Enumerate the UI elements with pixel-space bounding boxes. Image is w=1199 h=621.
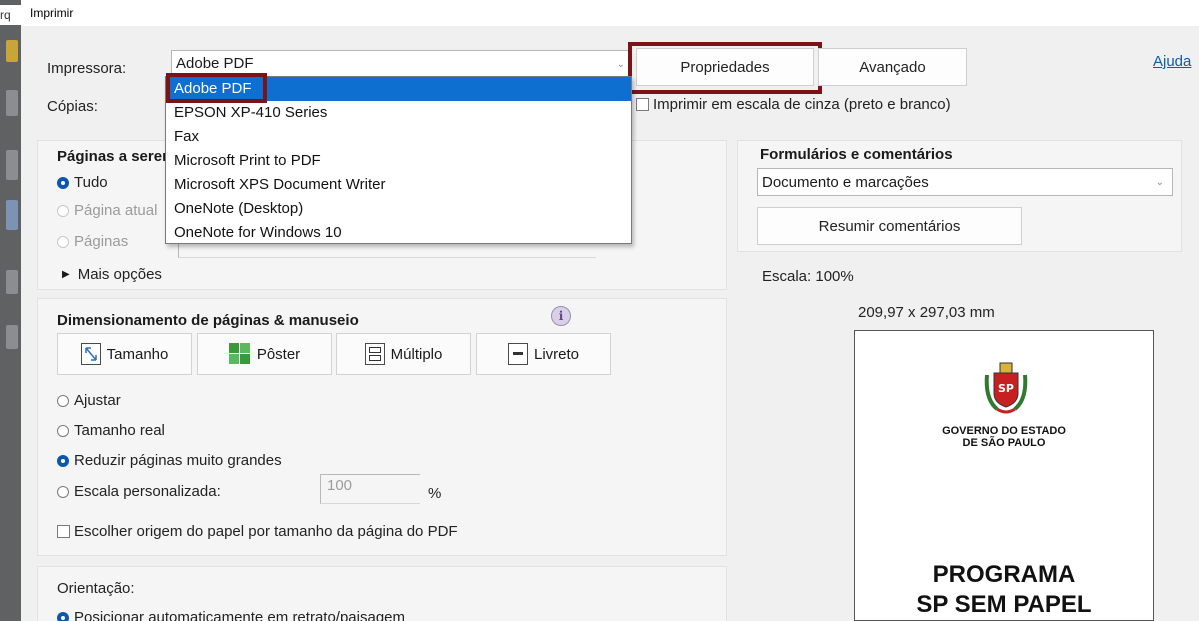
scale-label: Escala: 100% xyxy=(762,268,854,285)
more-options-label: Mais opções xyxy=(77,266,162,283)
printer-option-onenote-win10[interactable]: OneNote for Windows 10 xyxy=(166,221,631,245)
custom-scale-label: Escala personalizada: xyxy=(74,483,221,500)
printer-option-ms-print-to-pdf[interactable]: Microsoft Print to PDF xyxy=(166,149,631,173)
paper-source-option[interactable]: Escolher origem do papel por tamanho da … xyxy=(57,523,458,540)
mode-size-button[interactable]: Tamanho xyxy=(57,333,192,375)
preview-page: SP GOVERNO DO ESTADO DE SÃO PAULO PROGRA… xyxy=(854,330,1154,621)
paper-source-label: Escolher origem do papel por tamanho da … xyxy=(74,523,458,540)
booklet-icon xyxy=(507,343,528,365)
pages-all-radio[interactable] xyxy=(57,176,69,189)
gov-line-1: GOVERNO DO ESTADO xyxy=(942,425,1066,437)
poster-icon xyxy=(228,343,251,365)
pages-all-option[interactable]: Tudo xyxy=(57,174,108,191)
actual-size-radio[interactable] xyxy=(57,424,69,437)
program-line-1: PROGRAMA xyxy=(932,561,1076,588)
printer-option-ms-xps[interactable]: Microsoft XPS Document Writer xyxy=(166,173,631,197)
pages-range-radio xyxy=(57,235,69,248)
more-options-toggle[interactable]: ▶ Mais opções xyxy=(62,266,162,283)
dialog-title: Imprimir xyxy=(30,6,74,20)
grayscale-label: Imprimir em escala de cinza (preto e bra… xyxy=(653,96,951,113)
title-bar xyxy=(21,0,1199,26)
preview-dimensions: 209,97 x 297,03 mm xyxy=(858,304,995,321)
pages-current-label: Página atual xyxy=(74,202,158,219)
mode-poster-label: Pôster xyxy=(256,345,301,363)
help-link[interactable]: Ajuda xyxy=(1153,53,1191,70)
fit-radio[interactable] xyxy=(57,394,69,407)
properties-highlight-box xyxy=(628,42,822,94)
chevron-down-icon: ⌄ xyxy=(616,59,625,70)
actual-size-label: Tamanho real xyxy=(74,422,165,439)
fit-option[interactable]: Ajustar xyxy=(57,392,121,409)
gov-line-2: DE SÃO PAULO xyxy=(962,437,1046,449)
sizing-heading: Dimensionamento de páginas & manuseio xyxy=(57,312,359,329)
fit-label: Ajustar xyxy=(74,392,121,409)
printer-option-onenote-desktop[interactable]: OneNote (Desktop) xyxy=(166,197,631,221)
sp-coat-of-arms-icon: SP xyxy=(983,359,1029,417)
forms-heading: Formulários e comentários xyxy=(760,146,953,163)
multiple-icon xyxy=(364,343,385,365)
printer-option-epson[interactable]: EPSON XP-410 Series xyxy=(166,101,631,125)
chevron-down-icon: ⌄ xyxy=(1155,177,1164,188)
auto-orientation-radio[interactable] xyxy=(57,611,69,621)
pages-current-option: Página atual xyxy=(57,202,157,219)
custom-scale-option[interactable]: Escala personalizada: xyxy=(57,483,221,500)
pages-range-option: Páginas xyxy=(57,233,128,250)
adobe-pdf-highlight-box xyxy=(166,73,267,103)
mode-poster-button[interactable]: Pôster xyxy=(197,333,332,375)
printer-selected-value: Adobe PDF xyxy=(176,55,254,72)
forms-select[interactable]: Documento e marcações ⌄ xyxy=(757,168,1173,196)
mode-size-label: Tamanho xyxy=(106,345,169,363)
triangle-right-icon: ▶ xyxy=(62,269,70,280)
printer-option-fax[interactable]: Fax xyxy=(166,125,631,149)
background-app-strip xyxy=(0,0,21,621)
pages-all-label: Tudo xyxy=(74,174,108,191)
paper-source-checkbox[interactable] xyxy=(57,525,70,538)
custom-scale-input: 100 xyxy=(320,474,420,504)
info-icon[interactable]: i xyxy=(551,306,571,326)
percent-sign: % xyxy=(428,485,442,502)
printer-label: Impressora: xyxy=(47,60,127,77)
custom-scale-value: 100 xyxy=(327,477,353,494)
orientation-heading: Orientação: xyxy=(57,580,135,597)
auto-orientation-option[interactable]: Posicionar automaticamente em retrato/pa… xyxy=(57,609,405,621)
pages-range-label: Páginas xyxy=(74,233,129,250)
mode-multiple-button[interactable]: Múltiplo xyxy=(336,333,471,375)
shrink-option[interactable]: Reduzir páginas muito grandes xyxy=(57,452,282,469)
forms-selected-value: Documento e marcações xyxy=(762,174,929,191)
svg-text:SP: SP xyxy=(998,382,1014,395)
mode-multiple-label: Múltiplo xyxy=(390,345,443,363)
background-menu-fragment: rq xyxy=(0,5,21,25)
program-line-2: SP SEM PAPEL xyxy=(916,591,1092,618)
advanced-button[interactable]: Avançado xyxy=(818,48,967,86)
pages-current-radio xyxy=(57,204,69,217)
mode-booklet-label: Livreto xyxy=(533,345,580,363)
size-icon xyxy=(80,343,101,365)
custom-scale-radio[interactable] xyxy=(57,485,69,498)
summarize-comments-button[interactable]: Resumir comentários xyxy=(757,207,1022,245)
actual-size-option[interactable]: Tamanho real xyxy=(57,422,165,439)
pages-heading: Páginas a serem xyxy=(57,148,176,165)
shrink-radio[interactable] xyxy=(57,454,69,467)
mode-booklet-button[interactable]: Livreto xyxy=(476,333,611,375)
shrink-label: Reduzir páginas muito grandes xyxy=(74,452,282,469)
auto-orientation-label: Posicionar automaticamente em retrato/pa… xyxy=(74,609,405,621)
grayscale-option[interactable]: Imprimir em escala de cinza (preto e bra… xyxy=(636,96,951,113)
grayscale-checkbox[interactable] xyxy=(636,98,649,111)
copies-label: Cópias: xyxy=(47,98,98,115)
